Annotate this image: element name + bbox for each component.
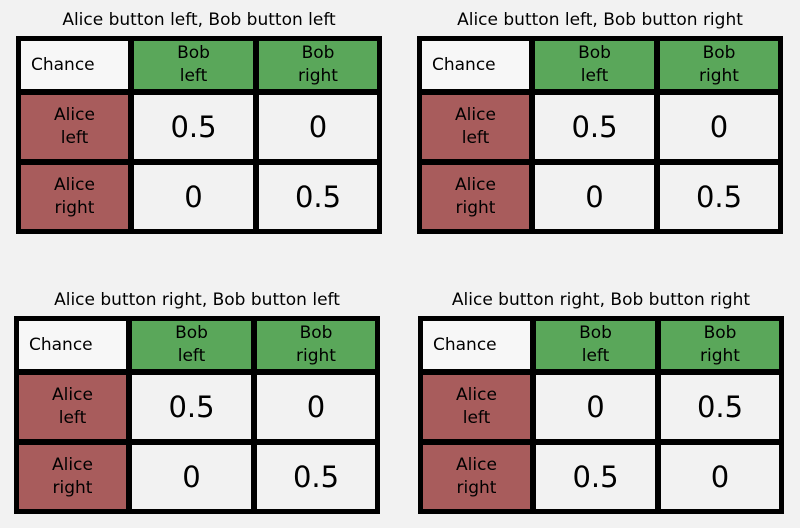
row-header-name: Alice: [456, 455, 497, 475]
row-header: Alice right: [422, 165, 529, 229]
probability-table: Chance Bob left Bob right Alice left 0 0.5 Alice r…: [418, 316, 784, 514]
probability-value: 0: [134, 165, 253, 229]
column-header-side: right: [699, 66, 739, 86]
row-header-side: left: [58, 408, 87, 428]
column-header-side: left: [177, 346, 206, 366]
probability-value: 0.5: [257, 445, 375, 509]
probability-value: 0: [259, 95, 377, 159]
column-header-name: Bob: [299, 323, 333, 343]
column-header-side: left: [580, 66, 609, 86]
column-header: Bob right: [661, 321, 779, 369]
table-title: Alice button left, Bob button right: [457, 10, 743, 30]
column-header: Bob left: [536, 321, 655, 369]
probability-value: 0.5: [661, 375, 779, 439]
row-header-name: Alice: [455, 105, 496, 125]
row-header: Alice left: [423, 375, 530, 439]
column-header-side: left: [179, 66, 208, 86]
column-header-name: Bob: [702, 43, 736, 63]
column-header: Bob right: [257, 321, 375, 369]
probability-table: Chance Bob left Bob right Alice left 0.5 0 Alice r…: [16, 36, 382, 234]
table-panel: Alice button right, Bob button right Cha…: [418, 290, 784, 514]
row-header-name: Alice: [456, 385, 497, 405]
table-title: Alice button right, Bob button left: [54, 290, 340, 310]
corner-cell: Chance: [21, 41, 128, 89]
column-header-name: Bob: [301, 43, 335, 63]
column-header-side: left: [581, 346, 610, 366]
row-header-side: left: [60, 128, 89, 148]
table-panel: Alice button right, Bob button left Chan…: [14, 290, 380, 514]
column-header: Bob left: [134, 41, 253, 89]
column-header: Bob right: [259, 41, 377, 89]
column-header-side: right: [298, 66, 338, 86]
table-title: Alice button right, Bob button right: [451, 290, 751, 310]
column-header-name: Bob: [579, 323, 612, 343]
probability-table: Chance Bob left Bob right Alice left 0.5 0 Alice r…: [417, 36, 783, 234]
probability-value: 0.5: [134, 95, 253, 159]
corner-cell: Chance: [422, 41, 529, 89]
row-header-name: Alice: [54, 105, 95, 125]
row-header-name: Alice: [52, 385, 93, 405]
row-header: Alice right: [423, 445, 530, 509]
row-header-side: right: [456, 478, 497, 498]
corner-cell: Chance: [423, 321, 530, 369]
column-header-name: Bob: [175, 323, 208, 343]
row-header: Alice left: [422, 95, 529, 159]
row-header-name: Alice: [52, 455, 93, 475]
probability-value: 0: [536, 375, 655, 439]
probability-table: Chance Bob left Bob right Alice left 0.5 0 Alice r…: [14, 316, 380, 514]
column-header: Bob left: [132, 321, 251, 369]
probability-value: 0.5: [660, 165, 778, 229]
row-header: Alice right: [21, 165, 128, 229]
row-header: Alice left: [21, 95, 128, 159]
table-panel: Alice button left, Bob button left Chanc…: [16, 10, 382, 234]
row-header-side: right: [455, 198, 496, 218]
row-header-name: Alice: [54, 175, 95, 195]
probability-value: 0: [660, 95, 778, 159]
row-header: Alice left: [19, 375, 126, 439]
row-header-side: left: [461, 128, 490, 148]
column-header: Bob right: [660, 41, 778, 89]
row-header-side: right: [52, 478, 93, 498]
probability-value: 0: [661, 445, 779, 509]
probability-value: 0.5: [536, 445, 655, 509]
column-header-side: right: [700, 346, 740, 366]
probability-value: 0.5: [259, 165, 377, 229]
column-header-side: right: [296, 346, 336, 366]
probability-value: 0.5: [535, 95, 654, 159]
row-header-name: Alice: [455, 175, 496, 195]
row-header: Alice right: [19, 445, 126, 509]
corner-cell: Chance: [19, 321, 126, 369]
row-header-side: right: [54, 198, 95, 218]
table-panel: Alice button left, Bob button right Chan…: [417, 10, 783, 234]
probability-value: 0: [132, 445, 251, 509]
probability-value: 0: [535, 165, 654, 229]
probability-value: 0.5: [132, 375, 251, 439]
row-header-side: left: [462, 408, 491, 428]
column-header-name: Bob: [703, 323, 737, 343]
probability-value: 0: [257, 375, 375, 439]
column-header-name: Bob: [177, 43, 210, 63]
column-header-name: Bob: [578, 43, 611, 63]
table-title: Alice button left, Bob button left: [62, 10, 336, 30]
column-header: Bob left: [535, 41, 654, 89]
